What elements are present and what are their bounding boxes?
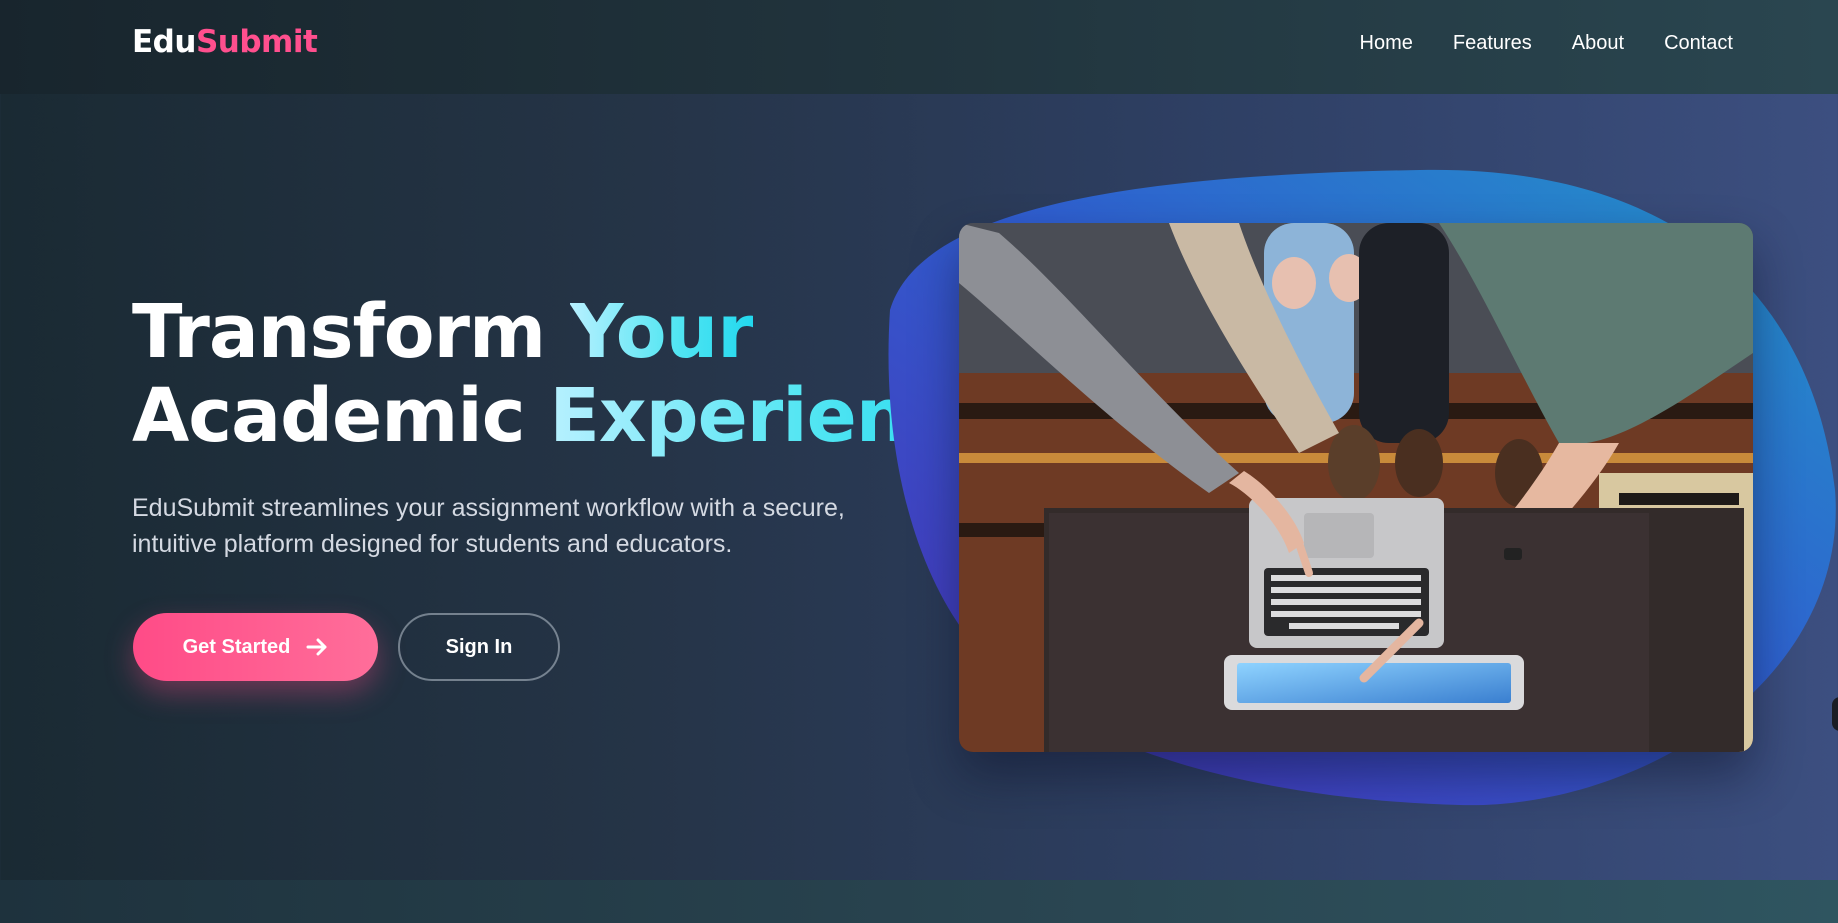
get-started-button[interactable]: Get Started	[133, 613, 378, 681]
footer-strip	[0, 880, 1838, 923]
main-nav: Home Features About Contact	[1360, 32, 1734, 55]
hero-headline-line1-accent: Your	[569, 289, 754, 375]
hero-headline-line1-white: Transform	[132, 289, 570, 375]
nav-link-contact[interactable]: Contact	[1664, 32, 1733, 55]
nav-link-features[interactable]: Features	[1453, 32, 1532, 55]
nav-link-home[interactable]: Home	[1360, 32, 1413, 55]
hero-description: EduSubmit streamlines your assignment wo…	[132, 494, 845, 558]
hero-headline-line2-white: Academic	[132, 373, 550, 459]
hero-image	[959, 223, 1753, 752]
brand-logo-part-1: Edu	[132, 24, 196, 60]
top-navigation-bar: EduSubmit Home Features About Contact	[0, 0, 1838, 94]
brand-logo[interactable]: EduSubmit	[132, 24, 318, 60]
sign-in-label: Sign In	[445, 635, 513, 658]
sign-in-button[interactable]: Sign In	[398, 613, 560, 681]
brand-logo-part-2: Submit	[195, 24, 318, 60]
students-laptop-illustration	[959, 223, 1753, 752]
get-started-label: Get Started	[182, 635, 291, 658]
scroll-indicator[interactable]	[1832, 697, 1838, 731]
nav-link-about[interactable]: About	[1572, 32, 1624, 55]
arrow-right-icon	[306, 638, 328, 656]
